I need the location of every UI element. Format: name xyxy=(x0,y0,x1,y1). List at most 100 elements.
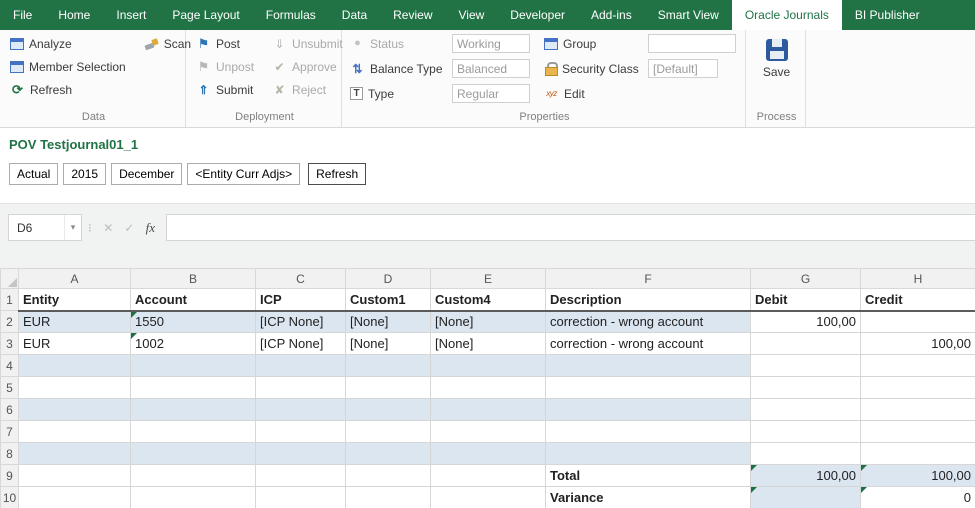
cell-E10[interactable] xyxy=(430,486,546,508)
cell-D8[interactable] xyxy=(345,442,431,465)
select-all-corner[interactable] xyxy=(0,268,19,289)
cell-G2[interactable]: 100,00 xyxy=(750,310,861,333)
cell-B4[interactable] xyxy=(130,354,256,377)
security-class-field[interactable]: [Default] xyxy=(648,59,718,78)
cell-D7[interactable] xyxy=(345,420,431,443)
cell-H6[interactable] xyxy=(860,398,975,421)
approve-button[interactable]: Approve xyxy=(270,57,345,76)
cell-B10[interactable] xyxy=(130,486,256,508)
save-button[interactable]: Save xyxy=(754,34,799,79)
unsubmit-button[interactable]: Unsubmit xyxy=(270,34,345,53)
column-header-g[interactable]: G xyxy=(750,268,861,289)
cell-E4[interactable] xyxy=(430,354,546,377)
cell-A6[interactable] xyxy=(18,398,131,421)
cell-D9[interactable] xyxy=(345,464,431,487)
column-header-d[interactable]: D xyxy=(345,268,431,289)
row-header-8[interactable]: 8 xyxy=(0,442,19,465)
cell-E1[interactable]: Custom4 xyxy=(430,288,546,312)
cancel-icon[interactable]: ✕ xyxy=(98,221,119,235)
cell-F3[interactable]: correction - wrong account xyxy=(545,332,751,355)
cell-D5[interactable] xyxy=(345,376,431,399)
tab-file[interactable]: File xyxy=(0,0,45,30)
cell-F5[interactable] xyxy=(545,376,751,399)
column-header-f[interactable]: F xyxy=(545,268,751,289)
row-header-6[interactable]: 6 xyxy=(0,398,19,421)
cell-G1[interactable]: Debit xyxy=(750,288,861,312)
cell-B9[interactable] xyxy=(130,464,256,487)
cell-H1[interactable]: Credit xyxy=(860,288,975,312)
cell-H9[interactable]: 100,00 xyxy=(860,464,975,487)
insert-function-icon[interactable]: fx xyxy=(140,220,161,236)
cell-G6[interactable] xyxy=(750,398,861,421)
cell-G8[interactable] xyxy=(750,442,861,465)
cell-A1[interactable]: Entity xyxy=(18,288,131,312)
row-header-9[interactable]: 9 xyxy=(0,464,19,487)
cell-G4[interactable] xyxy=(750,354,861,377)
cell-F9[interactable]: Total xyxy=(545,464,751,487)
cell-F6[interactable] xyxy=(545,398,751,421)
unpost-button[interactable]: Unpost xyxy=(194,57,256,76)
refresh-button[interactable]: Refresh xyxy=(8,80,128,99)
cell-D4[interactable] xyxy=(345,354,431,377)
cell-E3[interactable]: [None] xyxy=(430,332,546,355)
tab-oracle-journals[interactable]: Oracle Journals xyxy=(731,0,842,30)
tab-insert[interactable]: Insert xyxy=(103,0,159,30)
tab-bi-publisher[interactable]: BI Publisher xyxy=(842,0,933,30)
cell-H4[interactable] xyxy=(860,354,975,377)
cell-B6[interactable] xyxy=(130,398,256,421)
cell-A7[interactable] xyxy=(18,420,131,443)
cell-D10[interactable] xyxy=(345,486,431,508)
column-header-b[interactable]: B xyxy=(130,268,256,289)
cell-B5[interactable] xyxy=(130,376,256,399)
cell-A4[interactable] xyxy=(18,354,131,377)
column-header-a[interactable]: A xyxy=(18,268,131,289)
analyze-button[interactable]: Analyze xyxy=(8,34,128,53)
row-header-10[interactable]: 10 xyxy=(0,486,19,508)
cell-E9[interactable] xyxy=(430,464,546,487)
cell-H3[interactable]: 100,00 xyxy=(860,332,975,355)
column-header-c[interactable]: C xyxy=(255,268,346,289)
cell-G7[interactable] xyxy=(750,420,861,443)
pov-member-period[interactable]: December xyxy=(111,163,183,185)
cell-B2[interactable]: 1550 xyxy=(130,310,256,333)
cell-D2[interactable]: [None] xyxy=(345,310,431,333)
tab-home[interactable]: Home xyxy=(45,0,103,30)
cell-A9[interactable] xyxy=(18,464,131,487)
cell-B1[interactable]: Account xyxy=(130,288,256,312)
cell-E5[interactable] xyxy=(430,376,546,399)
column-header-h[interactable]: H xyxy=(860,268,975,289)
cell-A8[interactable] xyxy=(18,442,131,465)
cell-G3[interactable] xyxy=(750,332,861,355)
cell-C5[interactable] xyxy=(255,376,346,399)
pov-member-scenario[interactable]: Actual xyxy=(9,163,59,185)
cell-F7[interactable] xyxy=(545,420,751,443)
cell-B3[interactable]: 1002 xyxy=(130,332,256,355)
cell-F1[interactable]: Description xyxy=(545,288,751,312)
cell-D3[interactable]: [None] xyxy=(345,332,431,355)
cell-D6[interactable] xyxy=(345,398,431,421)
cell-F10[interactable]: Variance xyxy=(545,486,751,508)
cell-H5[interactable] xyxy=(860,376,975,399)
row-header-3[interactable]: 3 xyxy=(0,332,19,355)
cell-E6[interactable] xyxy=(430,398,546,421)
cell-C10[interactable] xyxy=(255,486,346,508)
cell-A2[interactable]: EUR xyxy=(18,310,131,333)
cell-C4[interactable] xyxy=(255,354,346,377)
cell-C7[interactable] xyxy=(255,420,346,443)
cell-H2[interactable] xyxy=(860,310,975,333)
cell-E2[interactable]: [None] xyxy=(430,310,546,333)
pov-member-value[interactable]: <Entity Curr Adjs> xyxy=(187,163,301,185)
tab-data[interactable]: Data xyxy=(329,0,380,30)
cell-F8[interactable] xyxy=(545,442,751,465)
cell-H8[interactable] xyxy=(860,442,975,465)
cell-B8[interactable] xyxy=(130,442,256,465)
name-box-dropdown-icon[interactable]: ▾ xyxy=(64,215,81,240)
row-header-4[interactable]: 4 xyxy=(0,354,19,377)
cell-E7[interactable] xyxy=(430,420,546,443)
cell-A3[interactable]: EUR xyxy=(18,332,131,355)
edit-button[interactable]: Edit xyxy=(544,84,585,103)
post-button[interactable]: Post xyxy=(194,34,256,53)
cell-H7[interactable] xyxy=(860,420,975,443)
row-header-1[interactable]: 1 xyxy=(0,288,19,311)
cell-C1[interactable]: ICP xyxy=(255,288,346,312)
